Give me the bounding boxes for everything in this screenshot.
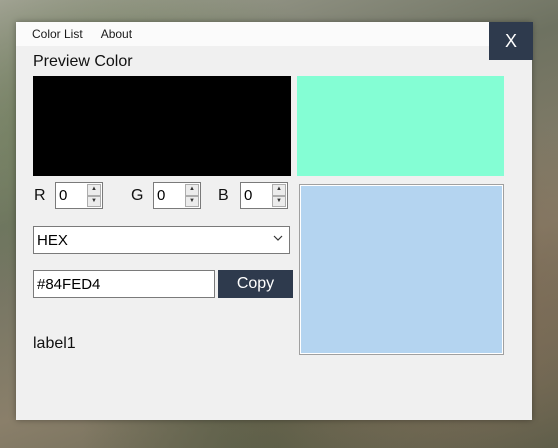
- preview-title: Preview Color: [33, 53, 133, 70]
- copy-button-label: Copy: [236, 275, 275, 292]
- g-value[interactable]: 0: [157, 187, 165, 204]
- arrow-down-icon: ▼: [276, 197, 282, 204]
- r-down-button[interactable]: ▼: [87, 195, 101, 207]
- b-label: B: [218, 187, 229, 204]
- format-selected-value: HEX: [37, 232, 68, 249]
- preview-dark-box: [33, 76, 291, 176]
- menu-item-about[interactable]: About: [92, 22, 141, 46]
- chevron-down-icon: [273, 235, 283, 241]
- b-spinner[interactable]: 0 ▲ ▼: [240, 182, 288, 209]
- g-down-button[interactable]: ▼: [185, 195, 199, 207]
- b-up-button[interactable]: ▲: [272, 184, 286, 196]
- app-window: Color List About X Preview Color R 0 ▲ ▼…: [16, 22, 533, 420]
- hex-value: #84FED4: [37, 276, 101, 293]
- arrow-down-icon: ▼: [91, 197, 97, 204]
- copy-button[interactable]: Copy: [218, 270, 293, 298]
- g-up-button[interactable]: ▲: [185, 184, 199, 196]
- menu-bar: Color List About: [16, 22, 532, 46]
- arrow-up-icon: ▲: [276, 186, 282, 192]
- r-spinner[interactable]: 0 ▲ ▼: [55, 182, 103, 209]
- hex-input[interactable]: #84FED4: [33, 270, 215, 298]
- close-button[interactable]: X: [489, 22, 533, 60]
- b-down-button[interactable]: ▼: [272, 195, 286, 207]
- arrow-up-icon: ▲: [91, 186, 97, 192]
- r-up-button[interactable]: ▲: [87, 184, 101, 196]
- r-label: R: [34, 187, 46, 204]
- b-value[interactable]: 0: [244, 187, 252, 204]
- close-icon: X: [504, 30, 517, 51]
- format-select[interactable]: HEX: [33, 226, 290, 254]
- g-spinner[interactable]: 0 ▲ ▼: [153, 182, 201, 209]
- status-label: label1: [33, 335, 76, 352]
- r-value[interactable]: 0: [59, 187, 67, 204]
- arrow-up-icon: ▲: [189, 186, 195, 192]
- secondary-color-swatch[interactable]: [299, 184, 504, 355]
- preview-color-box: [297, 76, 504, 176]
- menu-item-color-list[interactable]: Color List: [16, 22, 92, 46]
- arrow-down-icon: ▼: [189, 197, 195, 204]
- g-label: G: [131, 187, 144, 204]
